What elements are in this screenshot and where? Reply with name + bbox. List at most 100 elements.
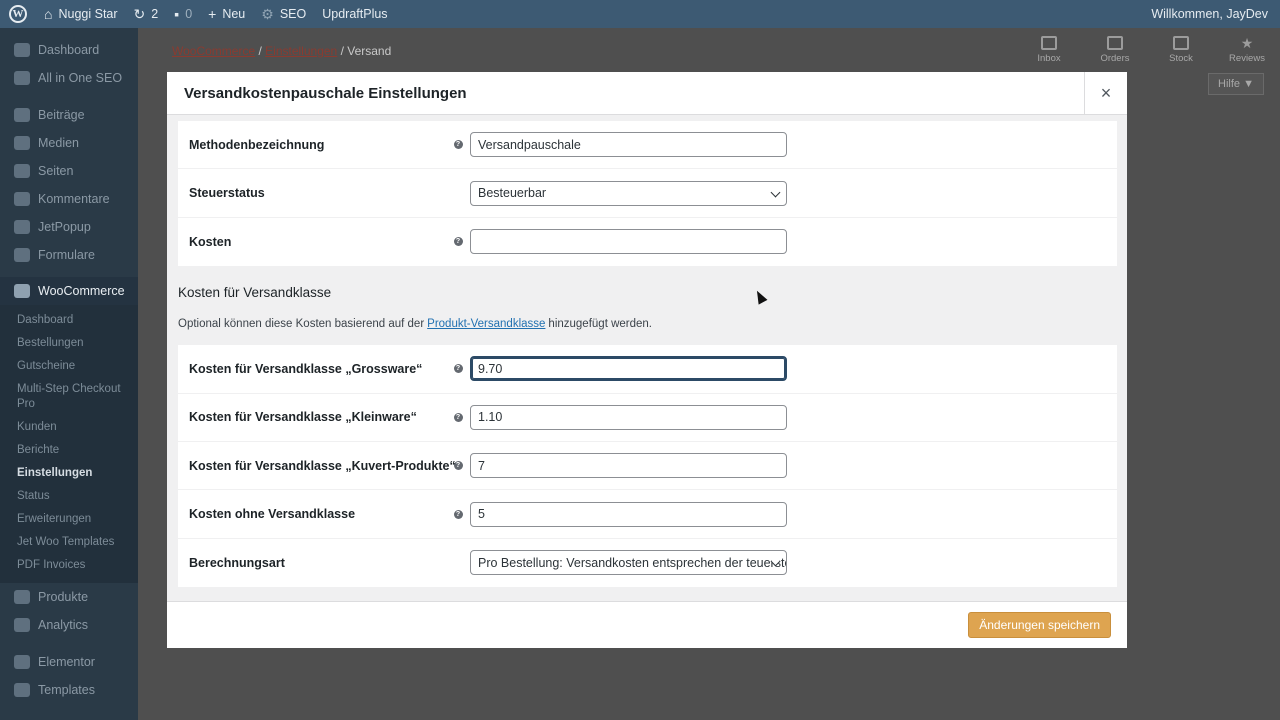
help-icon[interactable]: ?: [453, 237, 463, 247]
pin-icon: [14, 108, 30, 122]
sidebar-item-beitrage[interactable]: Beiträge: [0, 101, 138, 129]
stock-button[interactable]: Stock: [1148, 36, 1214, 64]
admin-sidebar: Dashboard All in One SEO Beiträge Medien Sei…: [0, 28, 138, 720]
section-title: Kosten für Versandklasse: [178, 284, 332, 300]
woocommerce-submenu: Dashboard Bestellungen Gutscheine Multi-Ste…: [0, 305, 138, 583]
form-row: Steuerstatus Besteuerbar: [178, 169, 1117, 218]
wordpress-icon: W: [9, 5, 27, 23]
field-container: Besteuerbar: [470, 180, 787, 206]
updraftplus-link[interactable]: UpdraftPlus: [314, 0, 395, 28]
submenu-item-bestellungen[interactable]: Bestellungen: [0, 332, 138, 355]
field-container: Versandpauschale: [470, 132, 787, 158]
sidebar-item-templates[interactable]: Templates: [0, 676, 138, 704]
elementor-icon: [14, 655, 30, 669]
text-input[interactable]: 9.70: [470, 356, 787, 382]
submenu-item-berichte[interactable]: Berichte: [0, 439, 138, 462]
field-value: Besteuerbar: [478, 186, 547, 201]
save-changes-button[interactable]: Änderungen speichern: [968, 612, 1111, 638]
field-label: Steuerstatus: [189, 186, 265, 201]
submenu-item-einstellungen[interactable]: Einstellungen: [0, 462, 138, 485]
modal-header: Versandkostenpauschale Einstellungen ×: [167, 72, 1127, 115]
text-input[interactable]: 5: [470, 501, 787, 527]
help-icon[interactable]: ?: [453, 364, 463, 374]
submenu-item-kunden[interactable]: Kunden: [0, 416, 138, 439]
comment-icon: [14, 192, 30, 206]
sidebar-item-jetpopup[interactable]: JetPopup: [0, 213, 138, 241]
orders-icon: [1107, 36, 1123, 50]
breadcrumb-current: Versand: [347, 44, 392, 58]
help-tip: ?: [446, 237, 470, 247]
breadcrumb-settings-link[interactable]: Einstellungen: [265, 44, 337, 58]
field-container: Pro Bestellung: Versandkosten entspreche…: [470, 550, 787, 576]
help-tip: ?: [446, 509, 470, 519]
close-button[interactable]: ×: [1084, 72, 1127, 115]
sidebar-item-produkte[interactable]: Produkte: [0, 583, 138, 611]
comments-link[interactable]: ▪ 0: [166, 0, 200, 28]
field-label: Methodenbezeichnung: [189, 137, 325, 152]
help-tip: ?: [446, 140, 470, 150]
plus-icon: +: [208, 6, 217, 22]
star-icon: ★: [1240, 35, 1254, 51]
submenu-item-pdf-invoices[interactable]: PDF Invoices: [0, 554, 138, 577]
stock-icon: [1173, 36, 1189, 50]
field-value: Versandpauschale: [478, 137, 581, 152]
text-input[interactable]: [470, 229, 787, 255]
sidebar-item-analytics[interactable]: Analytics: [0, 611, 138, 639]
site-name-link[interactable]: ⌂ Nuggi Star: [36, 0, 126, 28]
sidebar-item-formulare[interactable]: Formulare: [0, 241, 138, 269]
field-label: Kosten für Versandklasse „Kleinware“: [189, 410, 417, 425]
select-field[interactable]: Pro Bestellung: Versandkosten entspreche…: [470, 550, 787, 576]
reviews-button[interactable]: ★ Reviews: [1214, 36, 1280, 64]
sidebar-item-elementor[interactable]: Elementor: [0, 648, 138, 676]
form-row: Kosten für Versandklasse „Kleinware“? 1.1…: [178, 394, 1117, 442]
updates-link[interactable]: ↻ 2: [126, 0, 167, 28]
field-label: Kosten ohne Versandklasse: [189, 507, 356, 522]
form-row: Methodenbezeichnung? Versandpauschale: [178, 121, 1117, 170]
help-tip: ?: [446, 364, 470, 374]
breadcrumb: WooCommerce / Einstellungen / Versand: [172, 44, 392, 58]
sidebar-item-seiten[interactable]: Seiten: [0, 157, 138, 185]
orders-button[interactable]: Orders: [1082, 36, 1148, 64]
help-icon[interactable]: ?: [453, 140, 463, 150]
chevron-down-icon: [770, 187, 781, 198]
sidebar-item-dashboard[interactable]: Dashboard: [0, 36, 138, 64]
new-content-link[interactable]: + Neu: [200, 0, 253, 28]
text-input[interactable]: 7: [470, 453, 787, 479]
form-row: Berechnungsart Pro Bestellung: Versandkos…: [178, 539, 1117, 587]
media-icon: [14, 136, 30, 150]
help-icon[interactable]: ?: [453, 509, 463, 519]
sidebar-item-all-in-one-seo[interactable]: All in One SEO: [0, 64, 138, 92]
account-menu[interactable]: Willkommen, JayDev: [1143, 0, 1280, 28]
analytics-icon: [14, 618, 30, 632]
wordpress-logo-button[interactable]: W: [0, 0, 36, 28]
updates-icon: ↻: [133, 6, 146, 22]
submenu-item-status[interactable]: Status: [0, 485, 138, 508]
submenu-item-multi-step-checkout-pro[interactable]: Multi-Step Checkout Pro: [0, 378, 138, 416]
seo-menu-link[interactable]: ⚙ SEO: [253, 0, 314, 28]
help-icon[interactable]: ?: [453, 461, 463, 471]
text-input[interactable]: Versandpauschale: [470, 132, 787, 158]
shipping-settings-modal: Versandkostenpauschale Einstellungen × M…: [167, 72, 1127, 648]
submenu-item-erweiterungen[interactable]: Erweiterungen: [0, 508, 138, 531]
form-row: Kosten für Versandklasse „Grossware“? 9.7…: [178, 345, 1117, 394]
product-shipping-class-link[interactable]: Produkt-Versandklasse: [427, 318, 545, 330]
sidebar-item-medien[interactable]: Medien: [0, 129, 138, 157]
submenu-item-dashboard[interactable]: Dashboard: [0, 309, 138, 332]
shipping-class-costs-panel: Kosten für Versandklasse „Grossware“? 9.7…: [178, 345, 1117, 588]
form-row: Kosten ohne Versandklasse? 5: [178, 490, 1117, 539]
form-row: Kosten für Versandklasse „Kuvert-Produkt…: [178, 442, 1117, 491]
comment-icon: ▪: [174, 6, 180, 22]
submenu-item-gutscheine[interactable]: Gutscheine: [0, 355, 138, 378]
submenu-item-jet-woo-templates[interactable]: Jet Woo Templates: [0, 531, 138, 554]
select-field[interactable]: Besteuerbar: [470, 180, 787, 206]
seo-icon: [14, 71, 30, 85]
breadcrumb-woocommerce-link[interactable]: WooCommerce: [172, 44, 255, 58]
inbox-button[interactable]: Inbox: [1016, 36, 1082, 64]
text-input[interactable]: 1.10: [470, 404, 787, 430]
help-icon[interactable]: ?: [453, 412, 463, 422]
activity-panel: Inbox Orders Stock ★ Reviews: [1016, 36, 1280, 64]
inbox-icon: [1041, 36, 1057, 50]
help-tab-button[interactable]: Hilfe ▼: [1208, 73, 1264, 95]
sidebar-item-woocommerce[interactable]: WooCommerce: [0, 277, 138, 305]
sidebar-item-kommentare[interactable]: Kommentare: [0, 185, 138, 213]
